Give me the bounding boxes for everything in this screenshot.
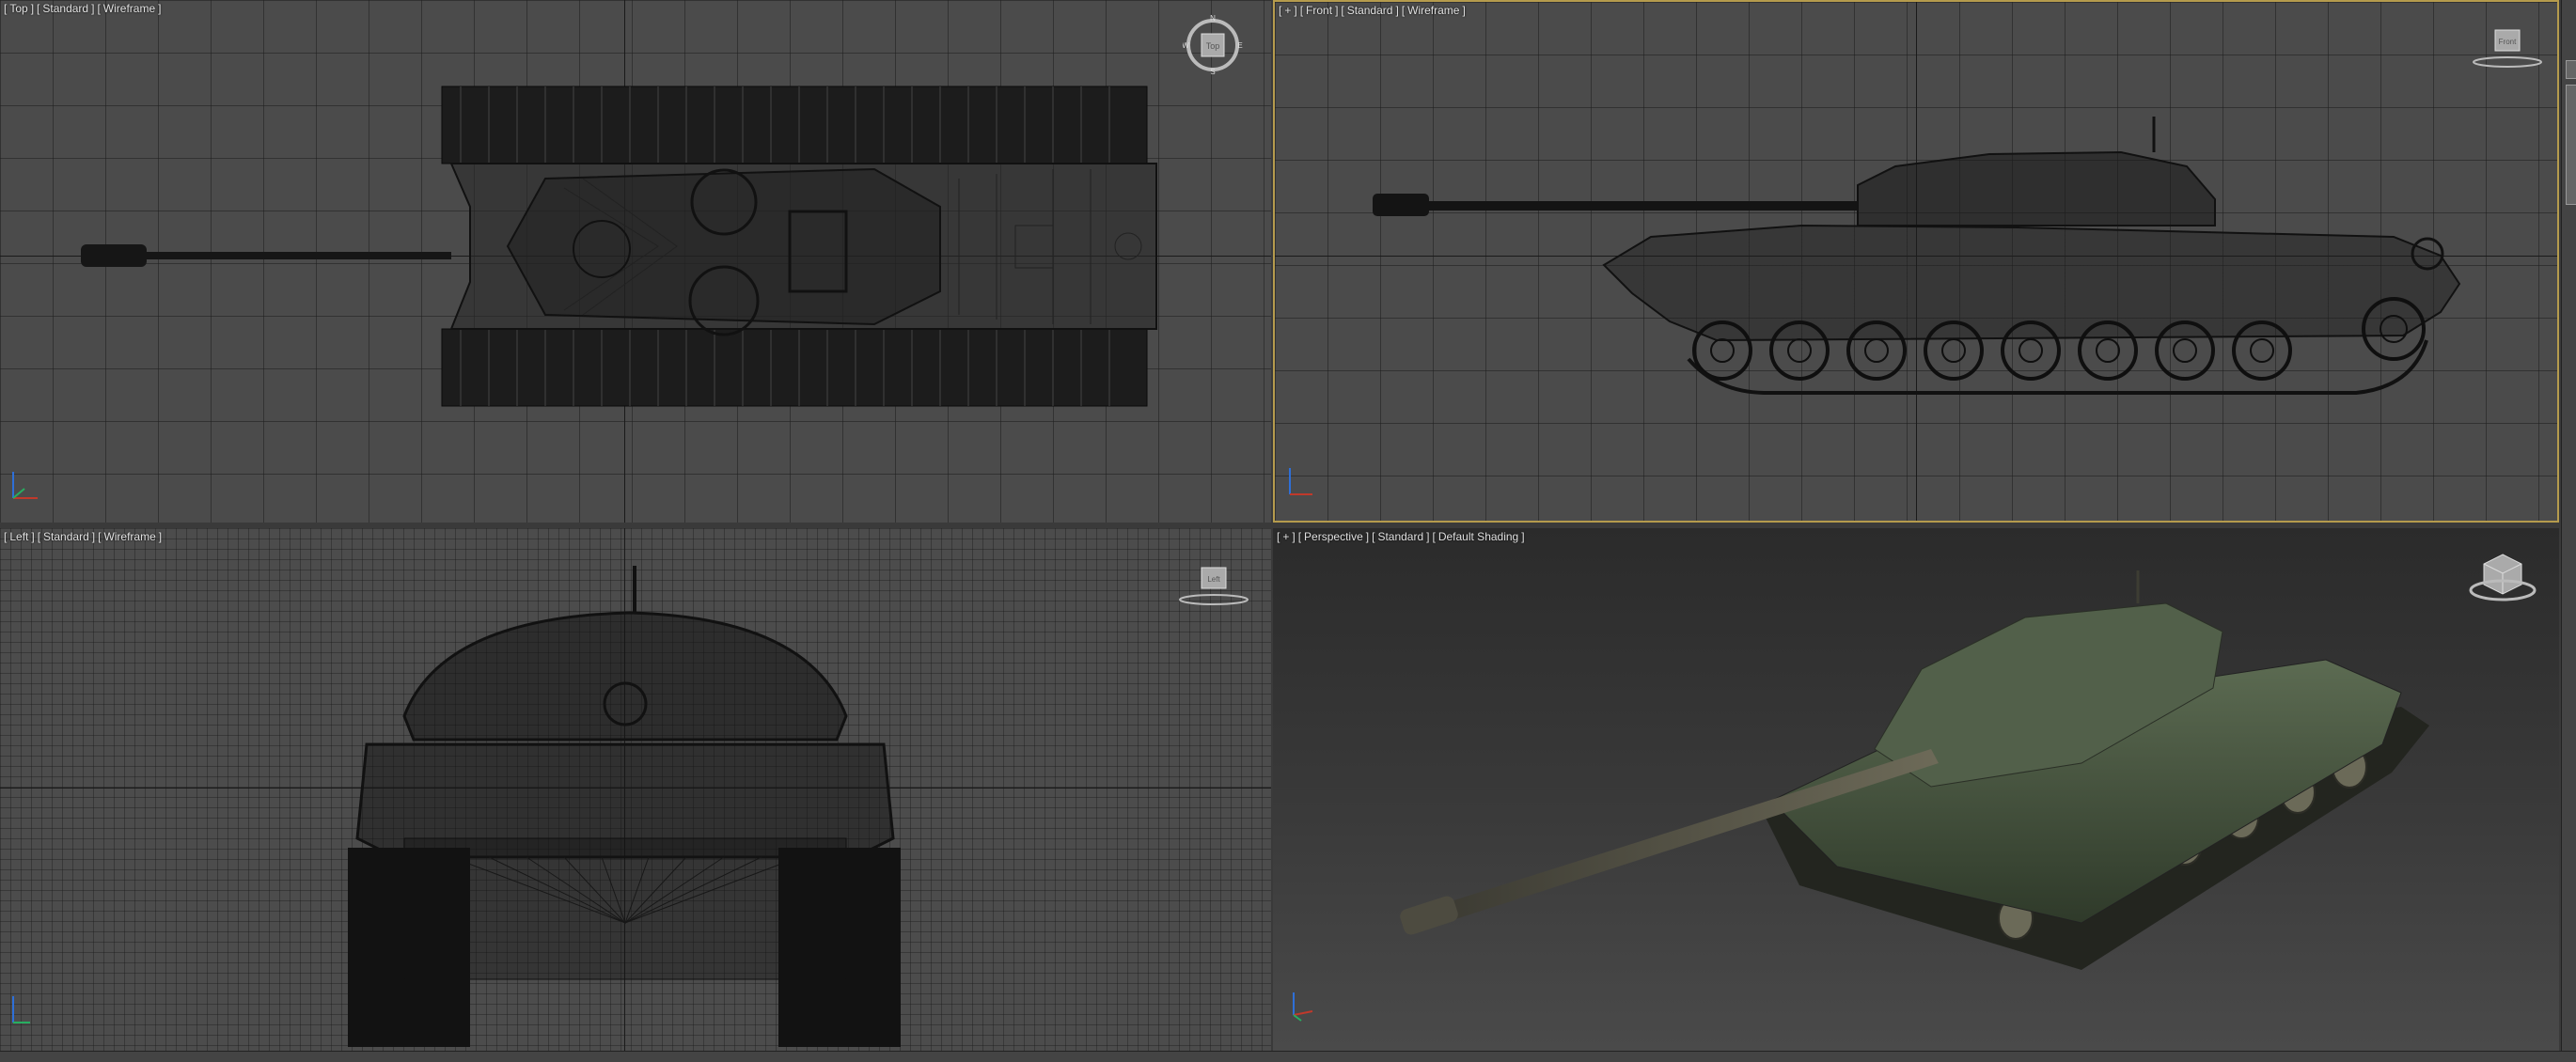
shading-mode-menu[interactable]: Wireframe bbox=[103, 530, 155, 543]
render-mode-menu[interactable]: Standard bbox=[42, 2, 88, 15]
viewport-label-top[interactable]: [Top][Standard][Wireframe] bbox=[4, 2, 164, 15]
label-bracket: [ bbox=[1299, 4, 1304, 17]
view-type-menu[interactable]: Left bbox=[9, 530, 28, 543]
status-bar-edge bbox=[0, 1051, 2576, 1062]
label-bracket[interactable]: [ bbox=[4, 2, 7, 15]
viewport-front[interactable]: Front [+][Front][Standard][Wireframe] bbox=[1273, 0, 2559, 523]
viewport-label-front[interactable]: [+][Front][Standard][Wireframe] bbox=[1279, 4, 1469, 17]
shading-mode-menu[interactable]: Wireframe bbox=[1407, 4, 1459, 17]
view-type-menu[interactable]: Perspective bbox=[1304, 530, 1363, 543]
label-bracket: [ bbox=[1372, 530, 1375, 543]
axis-tripod-icon bbox=[1293, 992, 1313, 1022]
label-bracket: ] bbox=[91, 2, 95, 15]
label-bracket: [ bbox=[1432, 530, 1436, 543]
viewport-perspective[interactable]: [+][Perspective][Standard][Default Shadi… bbox=[1273, 528, 2559, 1051]
general-viewport-menu[interactable]: + bbox=[1282, 530, 1289, 543]
label-bracket: ] bbox=[1426, 530, 1430, 543]
viewcube-icon[interactable] bbox=[2465, 547, 2540, 613]
viewport-label-perspective[interactable]: [+][Perspective][Standard][Default Shadi… bbox=[1277, 530, 1528, 543]
label-bracket: ] bbox=[1294, 4, 1297, 17]
svg-text:Top: Top bbox=[1206, 41, 1220, 51]
general-viewport-menu[interactable]: + bbox=[1284, 4, 1291, 17]
label-bracket: [ bbox=[98, 530, 102, 543]
label-bracket: ] bbox=[158, 2, 162, 15]
label-bracket: [ bbox=[1341, 4, 1344, 17]
label-bracket: ] bbox=[30, 2, 35, 15]
label-bracket: ] bbox=[1521, 530, 1525, 543]
viewport-top[interactable]: Top N S E W [Top][Standard][Wireframe] bbox=[0, 0, 1271, 523]
tank-model-shaded[interactable] bbox=[1273, 528, 2559, 1051]
axis-tripod-icon bbox=[12, 996, 30, 1023]
axis-tripod-icon bbox=[1289, 468, 1312, 495]
panel-tab[interactable] bbox=[2566, 60, 2576, 79]
view-type-menu[interactable]: Top bbox=[9, 2, 27, 15]
render-mode-menu[interactable]: Standard bbox=[1347, 4, 1393, 17]
shading-mode-menu[interactable]: Wireframe bbox=[103, 2, 155, 15]
tank-wireframe-top[interactable] bbox=[0, 0, 1271, 523]
label-bracket: ] bbox=[1462, 4, 1466, 17]
viewport-left[interactable]: Left [Left][Standard][Wireframe] bbox=[0, 528, 1271, 1051]
viewcube-icon[interactable]: Front bbox=[2469, 19, 2544, 75]
svg-text:Front: Front bbox=[2499, 38, 2517, 46]
view-type-menu[interactable]: Front bbox=[1306, 4, 1332, 17]
svg-text:Left: Left bbox=[1207, 575, 1220, 584]
label-bracket: ] bbox=[1365, 530, 1370, 543]
axis-tripod-icon bbox=[12, 472, 38, 499]
label-bracket: [ bbox=[37, 2, 40, 15]
command-panel-edge[interactable] bbox=[2561, 0, 2576, 1051]
label-bracket: [ bbox=[4, 530, 8, 543]
shading-mode-menu[interactable]: Default Shading bbox=[1438, 530, 1518, 543]
viewcube-icon[interactable]: Left bbox=[1175, 556, 1250, 613]
svg-text:E: E bbox=[1237, 41, 1242, 50]
svg-text:W: W bbox=[1183, 41, 1189, 50]
label-bracket: [ bbox=[37, 530, 41, 543]
svg-text:S: S bbox=[1210, 68, 1215, 75]
svg-text:N: N bbox=[1210, 15, 1216, 23]
label-bracket: [ bbox=[97, 2, 101, 15]
label-bracket: [ bbox=[1277, 530, 1280, 543]
render-mode-menu[interactable]: Standard bbox=[43, 530, 89, 543]
panel-scrollbar[interactable] bbox=[2566, 85, 2576, 205]
label-bracket: ] bbox=[1292, 530, 1296, 543]
label-bracket: ] bbox=[1335, 4, 1339, 17]
label-bracket: [ bbox=[1297, 530, 1302, 543]
label-bracket: ] bbox=[31, 530, 35, 543]
viewcube-icon[interactable]: Top N S E W bbox=[1183, 15, 1243, 75]
tank-wireframe-front[interactable] bbox=[1275, 2, 2557, 521]
label-bracket: ] bbox=[158, 530, 163, 543]
label-bracket: [ bbox=[1279, 4, 1282, 17]
label-bracket: ] bbox=[1395, 4, 1399, 17]
tank-wireframe-left[interactable] bbox=[0, 528, 1271, 1051]
label-bracket: ] bbox=[91, 530, 96, 543]
render-mode-menu[interactable]: Standard bbox=[1377, 530, 1423, 543]
label-bracket: [ bbox=[1401, 4, 1406, 17]
viewport-label-left[interactable]: [Left][Standard][Wireframe] bbox=[4, 530, 165, 543]
